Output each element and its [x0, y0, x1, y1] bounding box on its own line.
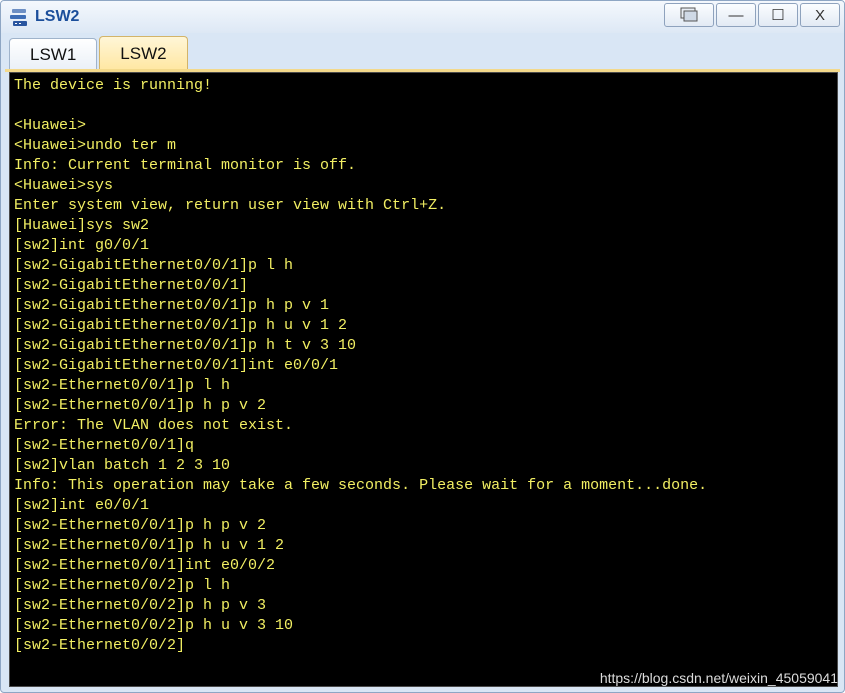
- close-icon: X: [814, 6, 825, 24]
- terminal-line: [sw2-GigabitEthernet0/0/1]p l h: [14, 257, 294, 274]
- terminal-line: Info: This operation may take a few seco…: [14, 477, 708, 494]
- watermark-text: https://blog.csdn.net/weixin_45059041: [599, 670, 838, 686]
- terminal-line: The device is running!: [14, 77, 213, 94]
- terminal-console[interactable]: The device is running! <Huawei> <Huawei>un…: [9, 72, 838, 687]
- switch-app-icon: [9, 7, 31, 29]
- title-bar[interactable]: LSW2 — ☐ X: [1, 1, 844, 33]
- window-title: LSW2: [35, 8, 80, 25]
- terminal-line: [sw2]int e0/0/1: [14, 497, 150, 514]
- terminal-line: [sw2]int g0/0/1: [14, 237, 150, 254]
- terminal-line: Error: The VLAN does not exist.: [14, 417, 294, 434]
- terminal-line: Info: Current terminal monitor is off.: [14, 157, 357, 174]
- restore-window-icon: [680, 7, 698, 22]
- terminal-line: <Huawei>undo ter m: [14, 137, 177, 154]
- terminal-line: [sw2-Ethernet0/0/1]p h u v 1 2: [14, 537, 285, 554]
- minimize-button[interactable]: —: [716, 3, 756, 27]
- minimize-icon: —: [728, 6, 744, 24]
- terminal-line: [sw2-Ethernet0/0/2]p h p v 3: [14, 597, 267, 614]
- maximize-button[interactable]: ☐: [758, 3, 798, 27]
- terminal-line: [sw2]vlan batch 1 2 3 10: [14, 457, 231, 474]
- terminal-line: [sw2-GigabitEthernet0/0/1]p h t v 3 10: [14, 337, 357, 354]
- terminal-line: [sw2-Ethernet0/0/1]p h p v 2: [14, 397, 267, 414]
- terminal-line: [Huawei]sys sw2: [14, 217, 150, 234]
- terminal-line: [sw2-GigabitEthernet0/0/1]p h u v 1 2: [14, 317, 348, 334]
- terminal-line: [sw2-Ethernet0/0/2]p h u v 3 10: [14, 617, 294, 634]
- terminal-line: [sw2-GigabitEthernet0/0/1]p h p v 1: [14, 297, 330, 314]
- device-tabs: LSW1 LSW2: [9, 36, 190, 70]
- terminal-line: [sw2-Ethernet0/0/1]int e0/0/2: [14, 557, 276, 574]
- terminal-line: [sw2-GigabitEthernet0/0/1]int e0/0/1: [14, 357, 339, 374]
- terminal-window: LSW2 — ☐ X LSW1 LSW2 The device is runni…: [0, 0, 845, 693]
- close-button[interactable]: X: [800, 3, 840, 27]
- terminal-line: [sw2-Ethernet0/0/2]: [14, 637, 186, 654]
- window-controls: — ☐ X: [662, 3, 840, 27]
- tab-lsw2[interactable]: LSW2: [99, 36, 188, 70]
- terminal-line: [sw2-GigabitEthernet0/0/1]: [14, 277, 249, 294]
- terminal-line: [sw2-Ethernet0/0/1]p h p v 2: [14, 517, 267, 534]
- restore-button[interactable]: [664, 3, 714, 27]
- terminal-line: [sw2-Ethernet0/0/1]q: [14, 437, 195, 454]
- terminal-line: Enter system view, return user view with…: [14, 197, 447, 214]
- terminal-line: <Huawei>: [14, 117, 87, 134]
- terminal-line: <Huawei>sys: [14, 177, 114, 194]
- maximize-icon: ☐: [771, 7, 785, 24]
- terminal-line: [sw2-Ethernet0/0/2]p l h: [14, 577, 231, 594]
- tab-lsw1[interactable]: LSW1: [9, 38, 98, 70]
- terminal-line: [sw2-Ethernet0/0/1]p l h: [14, 377, 231, 394]
